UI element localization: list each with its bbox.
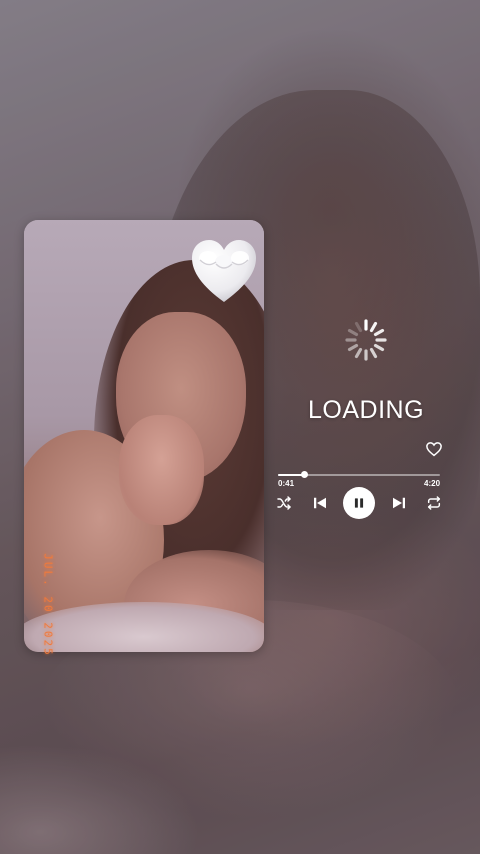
progress-bar[interactable] <box>278 471 440 478</box>
elapsed-time: 0:41 <box>278 479 295 488</box>
total-time: 4:20 <box>424 479 441 488</box>
loading-label: LOADING <box>307 396 425 424</box>
next-icon[interactable] <box>390 494 408 512</box>
white-heart-sticker-icon <box>188 236 260 308</box>
progress-thumb[interactable] <box>300 471 308 478</box>
date-stamp-text: JUL. 20 2025 <box>41 553 55 657</box>
heart-outline-icon[interactable] <box>425 440 443 458</box>
repeat-icon[interactable] <box>426 495 442 511</box>
loading-spinner-icon <box>344 318 388 362</box>
shuffle-icon[interactable] <box>276 495 292 511</box>
pause-icon <box>354 498 364 508</box>
date-stamp: JUL. 20 2025 <box>26 553 70 656</box>
previous-icon[interactable] <box>311 494 329 512</box>
pause-button[interactable] <box>343 487 375 519</box>
photo-hand <box>119 415 204 525</box>
